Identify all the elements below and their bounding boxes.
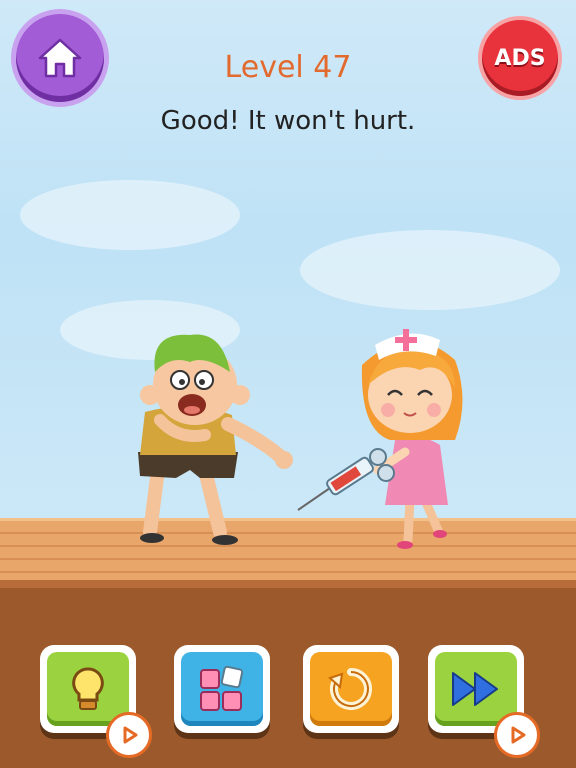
watch-video-badge[interactable] (106, 712, 152, 758)
pieces-button[interactable] (174, 645, 270, 733)
play-video-icon (123, 726, 138, 744)
play-video-icon (511, 726, 526, 744)
restart-button[interactable] (303, 645, 399, 733)
restart-icon (328, 668, 372, 710)
watch-video-badge[interactable] (494, 712, 540, 758)
fast-forward-icon (452, 672, 498, 706)
boy-character[interactable] (138, 334, 293, 545)
syringe-prop[interactable] (297, 448, 395, 511)
nurse-character[interactable] (361, 329, 463, 549)
lightbulb-icon (72, 667, 104, 710)
pieces-icon (200, 665, 244, 711)
